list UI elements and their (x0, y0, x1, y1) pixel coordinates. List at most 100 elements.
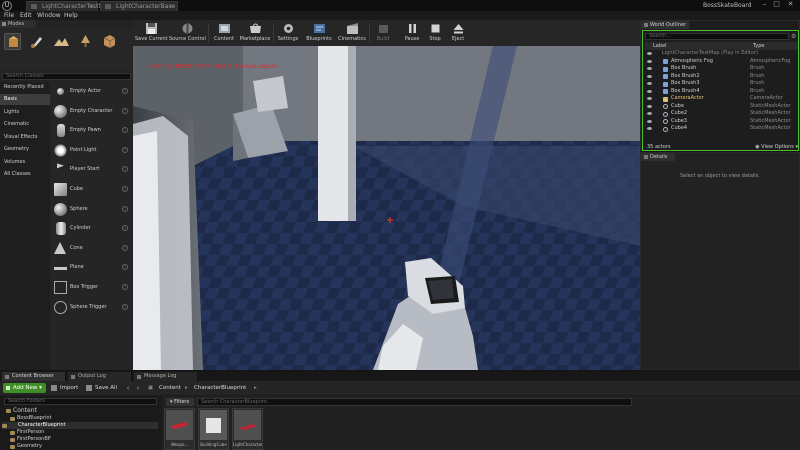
source-control-button[interactable]: Source Control (169, 21, 206, 46)
help-icon[interactable]: ? (122, 205, 128, 212)
category-volumes[interactable]: Volumes (0, 157, 50, 168)
visibility-eye-icon[interactable] (647, 59, 652, 63)
type-column-header[interactable]: Type (753, 42, 764, 50)
marketplace-button[interactable]: Marketplace (239, 21, 271, 46)
search-assets-input[interactable]: Search CharacterBlueprint (197, 398, 632, 406)
visibility-eye-icon[interactable] (647, 67, 652, 70)
category-all-classes[interactable]: All Classes (0, 169, 50, 180)
paint-mode-button[interactable] (29, 33, 46, 50)
folder-bossblueprint[interactable]: BossBlueprint (10, 415, 52, 422)
breadcrumb-characterblueprint[interactable]: CharacterBlueprint (194, 383, 246, 393)
back-arrow-icon[interactable]: ‹ (124, 383, 132, 393)
cinematics-button[interactable]: Cinematics (337, 21, 367, 46)
help-icon[interactable]: ? (122, 264, 128, 271)
add-new-button[interactable]: Add New ▾ (3, 383, 46, 393)
outliner-row[interactable]: Cube4 StaticMeshActor (645, 125, 798, 133)
minimize-icon[interactable]: – (760, 0, 769, 10)
tab-lightcharactertestmap[interactable]: LightCharacterTestMap × (26, 1, 111, 11)
category-visual-effects[interactable]: Visual Effects (0, 132, 50, 143)
visibility-eye-icon[interactable] (647, 52, 652, 55)
menu-window[interactable]: Window (37, 11, 61, 20)
outliner-row[interactable]: Box Brush3 Brush (645, 80, 798, 88)
category-lights[interactable]: Lights (0, 107, 50, 118)
help-icon[interactable]: ? (122, 107, 128, 114)
folder-firstperson[interactable]: FirstPerson (10, 429, 44, 436)
placeable-cone[interactable]: Cone ? (50, 239, 133, 258)
visibility-eye-icon[interactable] (647, 82, 652, 85)
visibility-eye-icon[interactable] (647, 104, 652, 108)
placeable-empty-character[interactable]: Empty Character ? (50, 102, 133, 121)
outliner-row[interactable]: Cube StaticMeshActor (645, 103, 798, 111)
outliner-row[interactable]: Cube3 StaticMeshActor (645, 118, 798, 126)
help-icon[interactable]: ? (122, 146, 128, 153)
place-mode-button[interactable] (4, 33, 21, 50)
asset-tile[interactable]: LightCharacter (232, 408, 263, 450)
build-button[interactable]: Build (371, 21, 395, 46)
geometry-mode-button[interactable] (101, 33, 118, 50)
forward-arrow-icon[interactable]: › (134, 383, 142, 393)
asset-tile[interactable]: Weapo... (164, 408, 195, 450)
content-button[interactable]: Content (211, 21, 237, 46)
category-basic[interactable]: Basic (0, 94, 50, 105)
outliner-row[interactable]: Box Brush Brush (645, 65, 798, 73)
placeable-point-light[interactable]: Point Light ? (50, 141, 133, 160)
eject-button[interactable]: Eject (447, 21, 469, 46)
outliner-row[interactable]: CameraActor CameraActor (645, 95, 798, 103)
folder-characterblueprint[interactable]: CharacterBlueprint (2, 422, 158, 429)
visibility-eye-icon[interactable] (647, 97, 652, 100)
placeable-player-start[interactable]: Player Start ? (50, 160, 133, 179)
outliner-row[interactable]: Box Brush2 Brush (645, 73, 798, 81)
placeable-empty-actor[interactable]: Empty Actor ? (50, 82, 133, 101)
placeable-cylinder[interactable]: Cylinder ? (50, 219, 133, 238)
outliner-row-level[interactable]: LightCharacterTestMap (Play in Editor) (645, 50, 798, 58)
blueprints-button[interactable]: Blueprints (303, 21, 335, 46)
asset-tile[interactable]: BuildingCube (198, 408, 229, 450)
tab-output-log[interactable]: Output Log (68, 372, 132, 381)
close-tab-icon[interactable]: × (169, 2, 174, 11)
tab-content-browser[interactable]: Content Browser (2, 372, 66, 381)
outliner-row[interactable]: Atmospheric Fog AtmosphericFog (645, 58, 798, 66)
pause-button[interactable]: Pause (401, 21, 423, 46)
folder-geometry[interactable]: Geometry (10, 443, 42, 450)
foliage-mode-button[interactable] (77, 33, 94, 50)
visibility-eye-icon[interactable] (647, 119, 652, 123)
save-current-button[interactable]: Save Current (135, 21, 168, 46)
details-tab[interactable]: Details (641, 153, 675, 161)
help-icon[interactable]: ? (122, 186, 128, 192)
search-folders-input[interactable]: Search Folders (4, 398, 157, 405)
help-icon[interactable]: ? (122, 88, 128, 94)
help-icon[interactable]: ? (122, 284, 128, 290)
view-options-button[interactable]: ◉ View Options ▾ (755, 144, 798, 151)
menu-file[interactable]: File (4, 11, 14, 20)
placeable-empty-pawn[interactable]: Empty Pawn ? (50, 121, 133, 140)
help-icon[interactable]: ? (122, 303, 128, 310)
modes-tab[interactable]: Modes (0, 20, 36, 28)
placeable-cube[interactable]: Cube ? (50, 180, 133, 199)
placeable-plane[interactable]: Plane ? (50, 258, 133, 277)
breadcrumb-content[interactable]: Content (159, 383, 181, 393)
category-cinematic[interactable]: Cinematic (0, 119, 50, 130)
landscape-mode-button[interactable] (53, 33, 70, 50)
close-icon[interactable]: ✕ (786, 0, 795, 10)
outliner-row[interactable]: Cube2 StaticMeshActor (645, 110, 798, 118)
outliner-row[interactable]: Box Brush4 Brush (645, 88, 798, 96)
placeable-box-trigger[interactable]: Box Trigger ? (50, 278, 133, 297)
visibility-eye-icon[interactable] (647, 89, 652, 93)
tab-lightcharacterbase[interactable]: LightCharacterBase × (100, 1, 178, 11)
close-tab-icon[interactable]: × (89, 2, 94, 11)
folder-content[interactable]: Content (6, 407, 37, 414)
category-recently-placed[interactable]: Recently Placed (0, 82, 50, 93)
placeable-sphere[interactable]: Sphere ? (50, 200, 133, 219)
category-geometry[interactable]: Geometry (0, 144, 50, 155)
visibility-eye-icon[interactable] (647, 127, 652, 130)
stop-button[interactable]: Stop (425, 21, 445, 46)
maximize-icon[interactable]: □ (772, 0, 781, 10)
menu-help[interactable]: Help (64, 11, 78, 20)
import-button[interactable]: Import (51, 383, 78, 393)
help-icon[interactable]: ? (122, 225, 128, 232)
menu-edit[interactable]: Edit (20, 11, 32, 20)
label-column-header[interactable]: Label (653, 42, 667, 50)
tab-message-log[interactable]: Message Log (134, 372, 198, 381)
search-classes-input[interactable]: Search Classes (2, 73, 131, 80)
folder-firstpersonbp[interactable]: FirstPersonBP (10, 436, 51, 443)
